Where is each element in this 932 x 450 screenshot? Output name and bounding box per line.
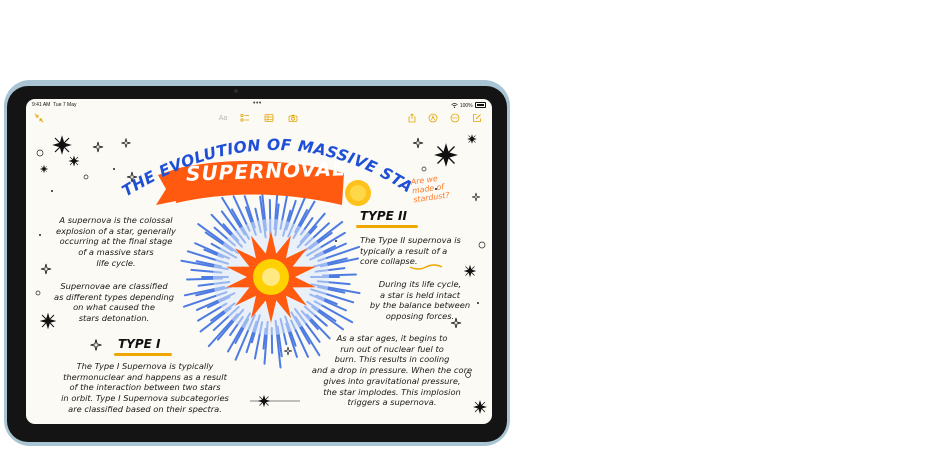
text-line: in orbit. Type I Supernova subcategories	[61, 393, 229, 404]
text-line: The Type I Supernova is typically	[76, 361, 214, 371]
status-right: 100%	[451, 102, 486, 109]
text-line: are classified based on their spectra.	[68, 403, 222, 414]
compose-icon	[473, 114, 481, 122]
share-icon	[408, 113, 416, 123]
text-line: a star is held intact	[380, 289, 460, 300]
handwritten-note[interactable]: THE EVOLUTION OF MASSIVE STARS: SUPERNOV…	[26, 125, 492, 424]
battery-icon	[475, 102, 486, 108]
markup-button[interactable]	[427, 113, 439, 125]
text-line: run out of nuclear fuel to	[340, 343, 444, 354]
camera-button[interactable]	[287, 113, 299, 125]
stardust-question: Are we made of stardust?	[410, 173, 450, 204]
type1-paragraph: The Type I Supernova is typically thermo…	[30, 361, 260, 415]
text-line: and a drop in pressure. When the core	[311, 365, 473, 376]
front-camera	[234, 89, 238, 93]
text-line: burn. This results in cooling	[334, 354, 450, 365]
text-line: stars detonation.	[78, 313, 150, 324]
status-bar: 9:41 AM Tue 7 May ••• 100%	[26, 99, 492, 110]
battery-percent: 100%	[459, 103, 473, 109]
text-line: typically a result of a	[360, 245, 448, 256]
compose-button[interactable]	[471, 113, 483, 125]
text-line: explosion of a star, generally	[56, 225, 176, 236]
collapse-arrows-icon	[34, 113, 44, 123]
type2-paragraph: The Type II supernova is typically a res…	[360, 235, 490, 267]
type2-underline	[356, 225, 418, 228]
text-line: A supernova is the colossal	[59, 215, 173, 225]
table-icon	[264, 114, 274, 122]
text-line: During its life cycle,	[378, 279, 462, 289]
text-line: on what caused the	[73, 302, 155, 313]
table-button[interactable]	[263, 113, 275, 125]
aging-paragraph: As a star ages, it begins to run out of …	[294, 333, 490, 408]
type2-heading: TYPE II	[360, 209, 407, 223]
status-date: Tue 7 May	[53, 102, 77, 108]
text-line: as different types depending	[54, 291, 174, 302]
type1-heading: TYPE I	[118, 337, 161, 351]
text-line: of the interaction between two stars	[69, 382, 221, 393]
multitasking-dots[interactable]: •••	[253, 100, 262, 107]
camera-icon	[288, 114, 298, 122]
type1-underline	[114, 353, 172, 356]
text-line: by the balance between	[369, 300, 471, 311]
text-line: of a massive stars	[78, 247, 154, 258]
intro-paragraph: A supernova is the colossal explosion of…	[36, 215, 196, 269]
wifi-icon	[451, 103, 459, 109]
text-line: As a star ages, it begins to	[336, 333, 448, 343]
collapse-sidebar-button[interactable]	[33, 113, 45, 125]
notes-screen: 9:41 AM Tue 7 May ••• 100% Aa THE EVOLUT…	[26, 99, 492, 424]
checklist-button[interactable]	[239, 113, 251, 125]
markup-pen-icon	[428, 113, 438, 123]
text-line: Supernovae are classified	[60, 281, 168, 291]
text-line: triggers a supernova.	[347, 397, 437, 408]
text-line: The Type II supernova is	[360, 235, 461, 245]
text-line: the star implodes. This implosion	[323, 386, 461, 397]
text-line: occurring at the final stage	[59, 236, 173, 247]
status-time-date: 9:41 AM Tue 7 May	[32, 102, 77, 108]
text-line: core collapse.	[360, 256, 418, 267]
text-line: opposing forces.	[385, 311, 455, 322]
ellipsis-circle-icon	[450, 113, 460, 123]
share-button[interactable]	[406, 113, 418, 125]
text-line: thermonuclear and happens as a result	[63, 371, 227, 382]
status-time: 9:41 AM	[32, 102, 51, 108]
checklist-icon	[240, 113, 249, 122]
lifecycle-paragraph: During its life cycle, a star is held in…	[350, 279, 490, 322]
text-line: gives into gravitational pressure,	[323, 375, 461, 386]
more-button[interactable]	[449, 113, 461, 125]
text-line: life cycle.	[96, 257, 136, 268]
format-button[interactable]: Aa	[216, 113, 230, 125]
classified-paragraph: Supernovae are classified as different t…	[34, 281, 194, 324]
